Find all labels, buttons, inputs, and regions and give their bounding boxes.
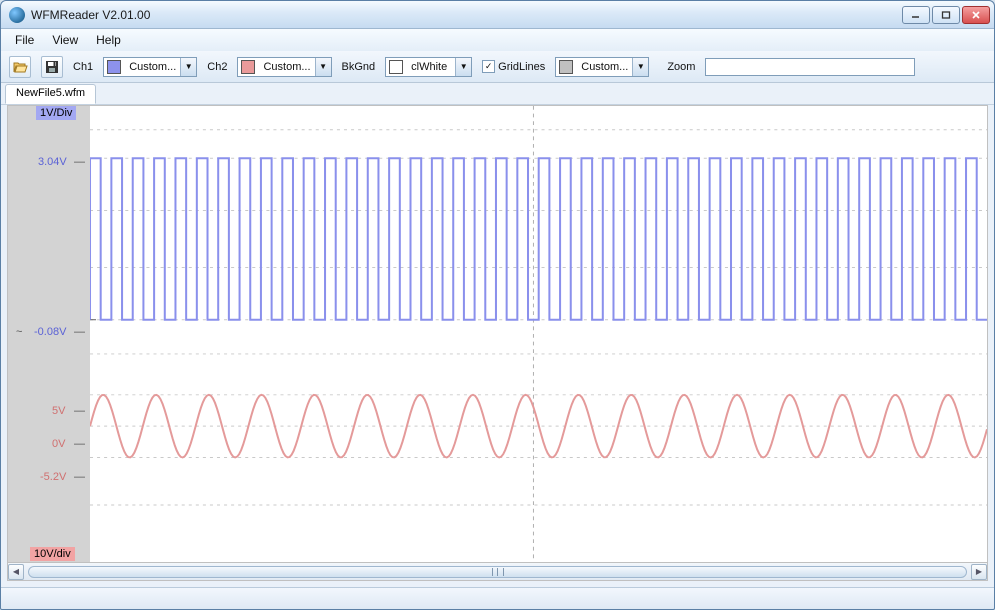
close-button[interactable] <box>962 6 990 24</box>
client-area: 1V/Div 3.04V — -0.08V ~ — 5V — 0V — -5.2… <box>1 105 994 587</box>
waveform-svg <box>90 106 987 562</box>
app-icon <box>9 7 25 23</box>
titlebar: WFMReader V2.01.00 <box>1 1 994 29</box>
plot-area[interactable] <box>90 106 987 562</box>
ch2-label: Ch2 <box>207 61 227 73</box>
scroll-right-arrow[interactable]: ▶ <box>971 564 987 580</box>
chevron-down-icon: ▼ <box>455 58 471 76</box>
maximize-icon <box>941 10 951 20</box>
app-window: WFMReader V2.01.00 File View Help <box>0 0 995 610</box>
tick-dash: — <box>70 470 89 484</box>
tick-dash: — <box>70 325 89 339</box>
ch2-swatch <box>241 60 255 74</box>
tick-dash: — <box>70 437 89 451</box>
bkgnd-combo-text: clWhite <box>407 61 455 73</box>
menubar: File View Help <box>1 29 994 51</box>
ch1-swatch <box>107 60 121 74</box>
chevron-down-icon: ▼ <box>180 58 196 76</box>
bkgnd-swatch <box>389 60 403 74</box>
menu-help[interactable]: Help <box>88 31 129 49</box>
y-axis-gutter: 1V/Div 3.04V — -0.08V ~ — 5V — 0V — -5.2… <box>8 106 90 562</box>
bkgnd-color-combo[interactable]: clWhite ▼ <box>385 57 472 77</box>
ch1-low-label: -0.08V <box>30 325 70 339</box>
bkgnd-label: BkGnd <box>342 61 376 73</box>
window-title: WFMReader V2.01.00 <box>31 8 902 22</box>
checkbox-box: ✓ <box>482 60 495 73</box>
grid-color-combo[interactable]: Custom... ▼ <box>555 57 649 77</box>
scroll-grip-icon <box>492 568 504 576</box>
minimize-icon <box>911 10 921 20</box>
window-controls <box>902 6 990 24</box>
minimize-button[interactable] <box>902 6 930 24</box>
gridlines-checkbox[interactable]: ✓ GridLines <box>482 60 545 73</box>
scroll-thumb[interactable] <box>28 566 967 578</box>
ch2-scale-label: 10V/div <box>30 547 75 561</box>
ch2-low-label: -5.2V <box>36 470 70 484</box>
maximize-button[interactable] <box>932 6 960 24</box>
ch2-color-combo[interactable]: Custom... ▼ <box>237 57 331 77</box>
chevron-down-icon: ▼ <box>315 58 331 76</box>
zoom-label: Zoom <box>667 61 695 73</box>
scroll-left-arrow[interactable]: ◀ <box>8 564 24 580</box>
statusbar <box>1 587 994 609</box>
tick-tilde: ~ <box>12 325 26 339</box>
horizontal-scrollbar[interactable]: ◀ ▶ <box>7 563 988 581</box>
ch1-color-combo[interactable]: Custom... ▼ <box>103 57 197 77</box>
save-button[interactable] <box>41 56 63 78</box>
grid-swatch <box>559 60 573 74</box>
tabstrip: NewFile5.wfm <box>1 83 994 105</box>
ch2-zero-label: 0V <box>48 437 69 451</box>
tab-file[interactable]: NewFile5.wfm <box>5 84 96 104</box>
ch2-high-label: 5V <box>48 404 69 418</box>
chevron-down-icon: ▼ <box>632 58 648 76</box>
ch1-combo-text: Custom... <box>125 61 180 73</box>
zoom-box[interactable] <box>705 58 915 76</box>
toolbar: Ch1 Custom... ▼ Ch2 Custom... ▼ BkGnd cl… <box>1 51 994 83</box>
open-button[interactable] <box>9 56 31 78</box>
tick-dash: — <box>70 404 89 418</box>
tick-dash: — <box>70 155 89 169</box>
ch1-high-label: 3.04V <box>34 155 71 169</box>
gridlines-label: GridLines <box>498 61 545 73</box>
close-icon <box>971 10 981 20</box>
ch2-combo-text: Custom... <box>259 61 314 73</box>
waveform-frame: 1V/Div 3.04V — -0.08V ~ — 5V — 0V — -5.2… <box>7 105 988 563</box>
menu-view[interactable]: View <box>44 31 86 49</box>
menu-file[interactable]: File <box>7 31 42 49</box>
ch1-label: Ch1 <box>73 61 93 73</box>
ch1-scale-label: 1V/Div <box>36 106 76 120</box>
floppy-disk-icon <box>44 59 60 75</box>
grid-combo-text: Custom... <box>577 61 632 73</box>
scroll-track[interactable] <box>26 565 969 579</box>
open-folder-icon <box>12 59 28 75</box>
